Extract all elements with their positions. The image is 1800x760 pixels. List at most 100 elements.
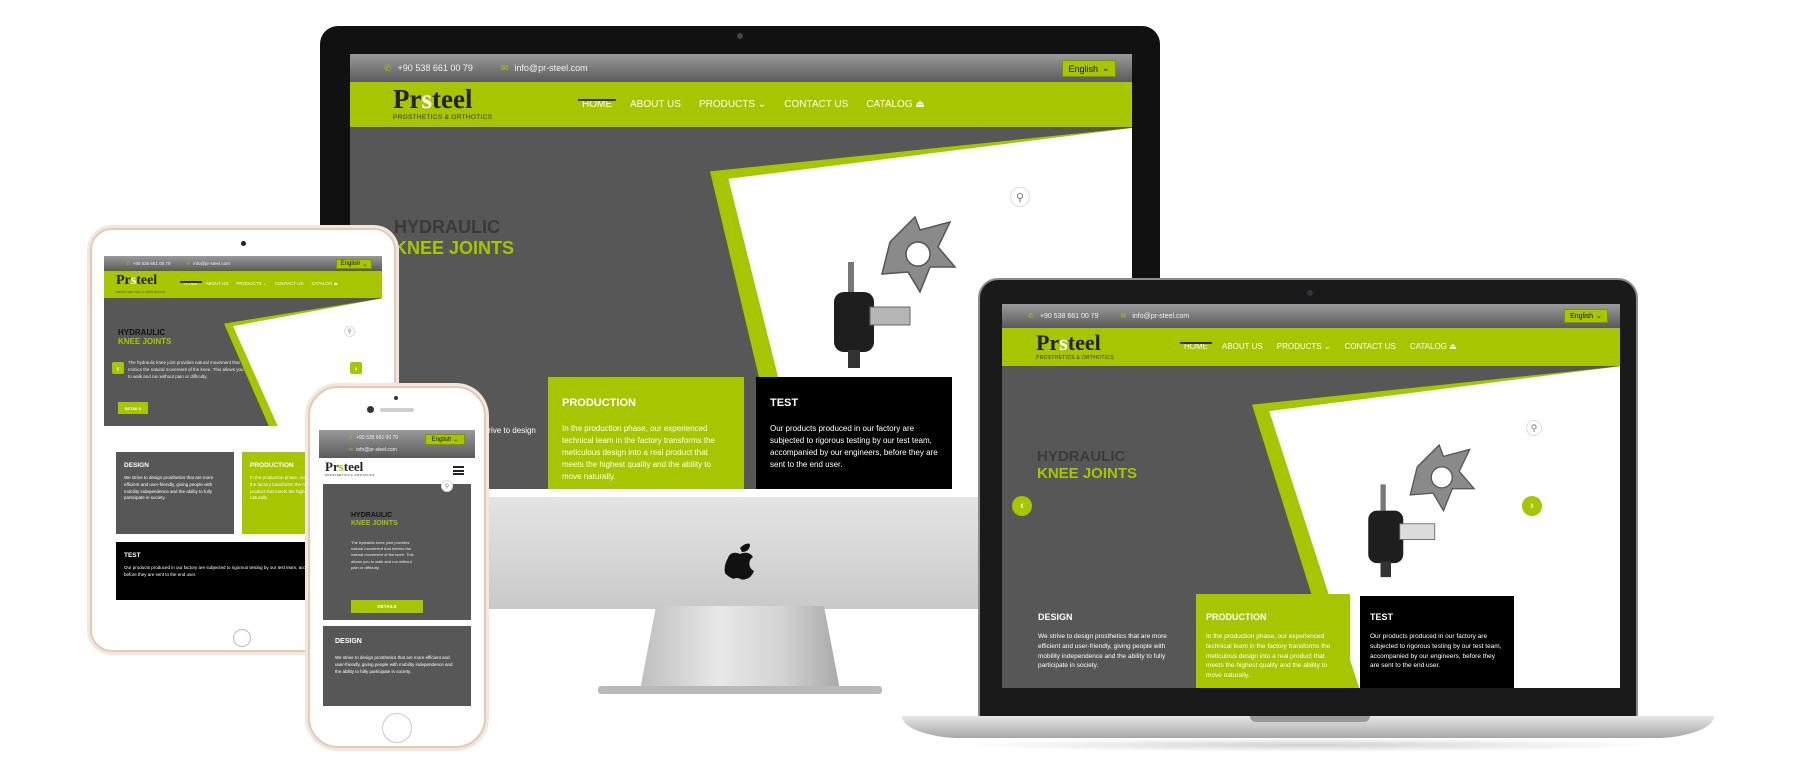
nav-about[interactable]: ABOUT US <box>630 99 681 110</box>
email-contact[interactable]: ✉ info@pr-steel.com <box>501 63 588 74</box>
hero-title-line1: HYDRAULIC <box>394 217 500 237</box>
device-mockup-showcase: ✆ +90 538 661 00 79 ✉ info@pr-steel.com … <box>0 0 1800 760</box>
phone-hero-title-line1: HYDRAULIC <box>351 512 393 519</box>
chevron-down-icon: ⌄ <box>362 261 368 268</box>
laptop-nav-contact[interactable]: CONTACT US <box>1345 342 1396 351</box>
tablet-design-card[interactable]: DESIGN We strive to design prosthetics t… <box>116 452 234 534</box>
tablet-nav-products-label: PRODUCTS <box>236 281 262 286</box>
main-navbar: Prsteel PROSTHETICS & ORTHOTICS HOME ABO… <box>350 82 1132 127</box>
magnifier-icon[interactable]: ⚲ <box>1010 187 1030 207</box>
nav-products[interactable]: PRODUCTS ⌄ <box>699 99 766 110</box>
tablet-email-address: info@pr-steel.com <box>193 261 230 266</box>
chevron-down-icon: ⌄ <box>1101 63 1110 73</box>
tablet-phone-contact[interactable]: ✆ +90 538 661 00 79 <box>126 261 170 267</box>
phone-sensor <box>394 396 398 400</box>
tablet-nav-home[interactable]: HOME <box>180 281 201 287</box>
laptop-hero: HYDRAULIC KNEE JOINTS ‹ › ⚲ DESIGN We st… <box>1002 366 1620 688</box>
test-text: Our products produced in our factory are… <box>770 424 938 469</box>
tablet-email-contact[interactable]: ✉ info@pr-steel.com <box>186 261 229 267</box>
laptop-nav-home[interactable]: HOME <box>1180 342 1212 351</box>
laptop-nav-catalog-label: CATALOG <box>1409 342 1447 351</box>
mail-icon: ✉ <box>186 260 191 266</box>
tablet-nav-menu: HOME ABOUT US PRODUCTS ⌄ CONTACT US CATA… <box>180 281 338 287</box>
phone-logo[interactable]: Prsteel <box>325 460 363 473</box>
test-card[interactable]: TEST Our products produced in our factor… <box>756 377 952 497</box>
language-label: English <box>1068 63 1098 74</box>
slider-prev-button[interactable]: ‹ <box>1012 496 1032 516</box>
laptop-nav-products[interactable]: PRODUCTS ⌄ <box>1277 342 1331 351</box>
laptop-production-title: PRODUCTION <box>1206 612 1267 622</box>
laptop-email-contact[interactable]: ✉ info@pr-steel.com <box>1120 312 1189 321</box>
laptop-hero-title: HYDRAULIC KNEE JOINTS <box>1037 448 1137 483</box>
laptop-logo[interactable]: Prsteel <box>1036 332 1101 354</box>
phone-icon: ✆ <box>384 62 392 73</box>
tablet-logo-b: teel <box>136 273 158 288</box>
magnifier-icon[interactable]: ⚲ <box>1526 420 1542 436</box>
phone-details-label: DETAILS <box>377 604 397 609</box>
phone-home-button <box>382 713 412 743</box>
phone-phone-number: +90 538 661 00 79 <box>356 435 399 441</box>
laptop-language-label: English <box>1570 312 1594 320</box>
laptop-nav-products-label: PRODUCTS <box>1276 342 1322 351</box>
laptop-test-card[interactable]: TEST Our products produced in our factor… <box>1360 596 1514 688</box>
language-select[interactable]: English ⌄ <box>1062 60 1116 77</box>
nav-products-label: PRODUCTS <box>698 99 756 110</box>
laptop-production-card[interactable]: PRODUCTION In the production phase, our … <box>1196 594 1350 688</box>
laptop-production-text: In the production phase, our experienced… <box>1206 633 1331 679</box>
laptop-nav-about[interactable]: ABOUT US <box>1222 342 1263 351</box>
laptop-notch <box>1250 716 1370 722</box>
mail-icon: ✉ <box>349 447 354 453</box>
hamburger-menu-icon[interactable] <box>453 466 464 475</box>
knee-joint-image <box>834 215 957 368</box>
tablet-nav-catalog[interactable]: CATALOG ⏏ <box>312 281 338 287</box>
tablet-nav-products[interactable]: PRODUCTS ⌄ <box>236 281 266 287</box>
laptop-logo-s: s <box>1059 330 1068 355</box>
phone-phone-contact[interactable]: ✆ +90 538 661 00 79 <box>349 435 398 441</box>
tablet-hero-title: HYDRAULIC KNEE JOINTS <box>118 328 171 346</box>
production-card[interactable]: PRODUCTION In the production phase, our … <box>548 377 744 497</box>
laptop-design-title: DESIGN <box>1038 612 1073 622</box>
slider-next-button[interactable]: › <box>1522 496 1542 516</box>
laptop-nav-catalog[interactable]: CATALOG ⏏ <box>1410 342 1457 351</box>
prsteel-logo[interactable]: Prsteel <box>393 86 472 113</box>
tablet-slider-prev[interactable]: ‹ <box>112 362 124 374</box>
laptop-test-title: TEST <box>1370 612 1394 622</box>
phone-details-button[interactable]: DETAILS <box>351 600 423 613</box>
phone-language-select[interactable]: English ⌄ <box>425 434 465 445</box>
phone-design-card[interactable]: DESIGN We strive to design prosthetics t… <box>323 626 471 706</box>
laptop-hero-title-line1: HYDRAULIC <box>1037 448 1126 465</box>
laptop-navbar: Prsteel PROSTHETICS & ORTHOTICS HOME ABO… <box>1002 328 1620 366</box>
logo-subtitle: PROSTHETICS & ORTHOTICS <box>393 114 493 121</box>
phone-camera <box>367 406 374 413</box>
email-address: info@pr-steel.com <box>514 63 588 73</box>
tablet-details-button[interactable]: DETAILS <box>118 402 148 414</box>
phone-icon: ✆ <box>126 260 130 266</box>
logo-part-s: s <box>421 84 432 114</box>
phone-speaker <box>380 408 414 412</box>
phone-contact[interactable]: ✆ +90 538 661 00 79 <box>384 63 473 74</box>
tablet-language-select[interactable]: English ⌄ <box>336 259 372 269</box>
laptop-design-card[interactable]: DESIGN We strive to design prosthetics t… <box>1028 596 1180 688</box>
tablet-nav-contact[interactable]: CONTACT US <box>275 281 304 287</box>
laptop-shadow <box>960 738 1660 752</box>
phone-language-label: English <box>431 436 452 443</box>
tablet-logo[interactable]: Prsteel <box>116 274 157 288</box>
nav-catalog[interactable]: CATALOG ⏏ <box>866 99 925 110</box>
magnifier-icon[interactable]: ⚲ <box>441 480 453 492</box>
nav-menu: HOME ABOUT US PRODUCTS ⌄ CONTACT US CATA… <box>578 99 925 110</box>
logo-part-a: Pr <box>393 84 422 114</box>
laptop-language-select[interactable]: English ⌄ <box>1564 309 1608 323</box>
laptop-nav-menu: HOME ABOUT US PRODUCTS ⌄ CONTACT US CATA… <box>1180 342 1457 351</box>
magnifier-icon[interactable]: ⚲ <box>344 326 355 337</box>
laptop-phone-contact[interactable]: ✆ +90 538 661 00 79 <box>1028 312 1098 321</box>
phone-email-contact[interactable]: ✉ info@pr-steel.com <box>349 447 397 453</box>
laptop-top-bar: ✆ +90 538 661 00 79 ✉ info@pr-steel.com <box>1002 304 1620 328</box>
laptop-hero-title-line2: KNEE JOINTS <box>1037 465 1138 483</box>
tablet-logo-subtitle: PROSTHETICS & ORTHOTICS <box>116 290 166 294</box>
tablet-details-label: DETAILS <box>124 405 142 411</box>
tablet-slider-next[interactable]: › <box>350 362 362 374</box>
nav-contact[interactable]: CONTACT US <box>784 99 848 110</box>
tablet-nav-about[interactable]: ABOUT US <box>206 281 229 287</box>
nav-home[interactable]: HOME <box>578 99 616 110</box>
tablet-hero-title-line1: HYDRAULIC <box>118 328 166 337</box>
